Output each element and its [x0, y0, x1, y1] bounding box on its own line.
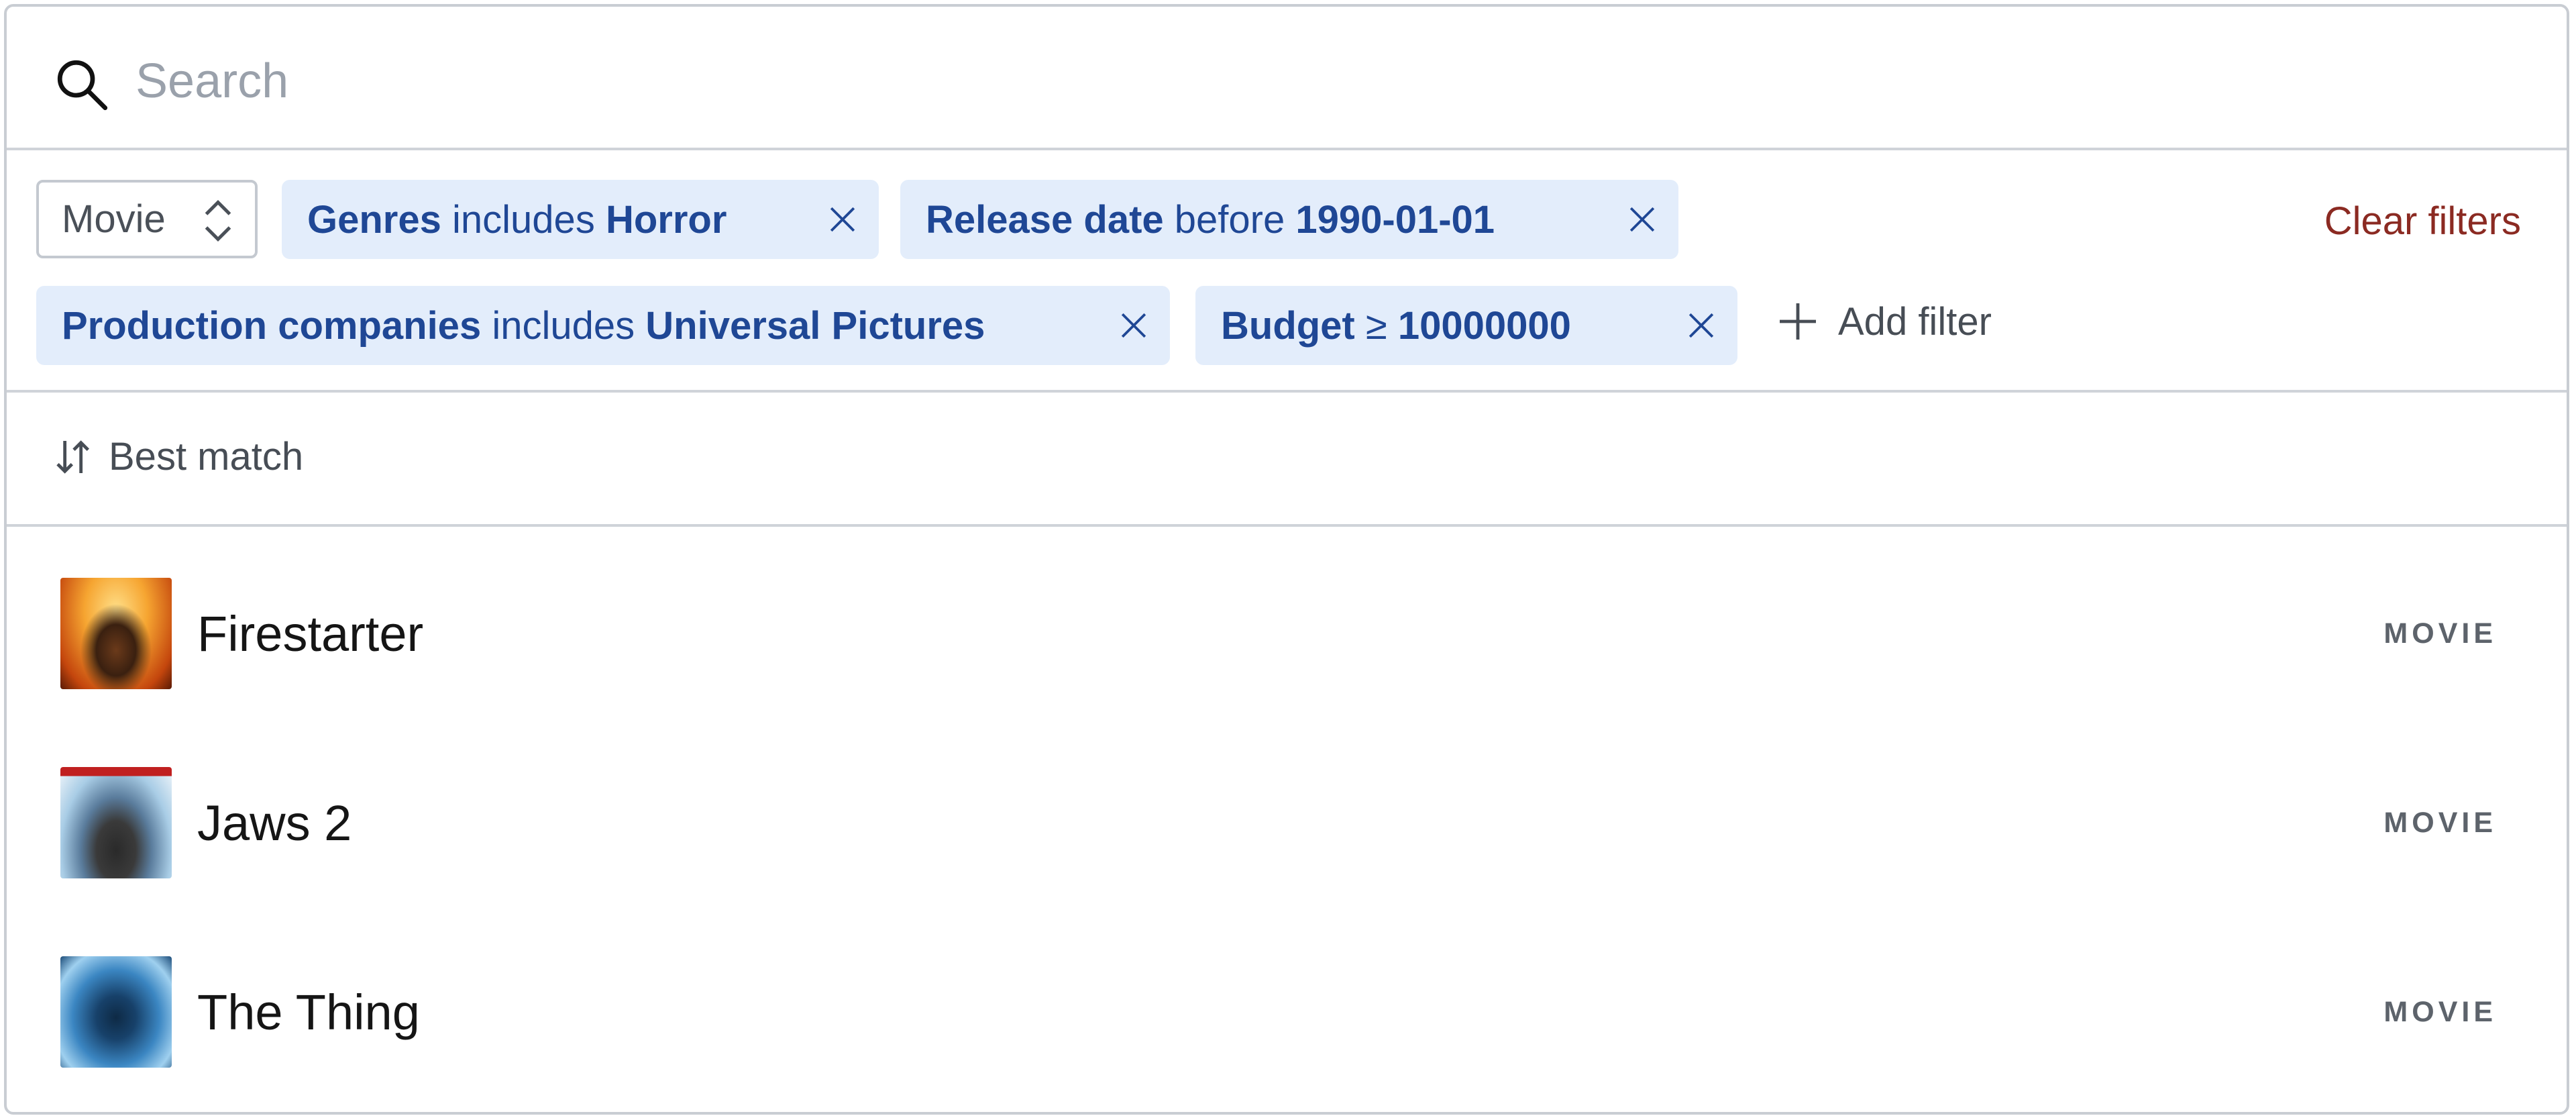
chip-field: Genres [307, 197, 441, 242]
filter-chip-production-companies[interactable]: Production companies includes Universal … [36, 286, 1170, 365]
chip-field: Production companies [62, 303, 482, 348]
type-select[interactable]: Movie [36, 180, 258, 258]
clear-filters-button[interactable]: Clear filters [2324, 199, 2521, 244]
chip-value: 10000000 [1397, 303, 1571, 348]
result-title: The Thing [197, 984, 420, 1040]
filter-chip-genres[interactable]: Genres includes Horror [282, 180, 879, 259]
sort-arrows-icon [56, 440, 90, 474]
result-title: Firestarter [197, 605, 424, 662]
close-icon[interactable] [1685, 309, 1717, 342]
result-type: MOVIE [2383, 995, 2497, 1028]
chip-operator: includes [452, 197, 595, 242]
filter-chip-release-date[interactable]: Release date before 1990-01-01 [900, 180, 1678, 259]
chip-field: Budget [1221, 303, 1355, 348]
sort-button[interactable]: Best match [52, 434, 303, 479]
search-bar [7, 7, 2567, 150]
sort-label: Best match [109, 435, 304, 478]
type-select-value: Movie [62, 197, 166, 241]
chip-operator: includes [492, 303, 635, 348]
result-item[interactable]: Jaws 2 MOVIE [7, 728, 2567, 917]
chevron-up-down-icon [205, 199, 231, 242]
close-icon[interactable] [826, 203, 859, 236]
add-filter-label: Add filter [1838, 299, 1992, 344]
chip-value: Universal Pictures [645, 303, 985, 348]
poster-thumbnail [60, 767, 172, 878]
chip-value: 1990-01-01 [1295, 197, 1495, 242]
filter-bar: Movie Genres includes Horror Release dat… [7, 150, 2567, 393]
plus-icon [1780, 303, 1816, 340]
search-input[interactable] [134, 47, 2418, 115]
poster-thumbnail [60, 956, 172, 1068]
add-filter-button[interactable]: Add filter [1778, 282, 1992, 361]
poster-thumbnail [60, 578, 172, 689]
search-panel: Movie Genres includes Horror Release dat… [4, 4, 2569, 1115]
result-item[interactable]: The Thing MOVIE [7, 917, 2567, 1107]
result-type: MOVIE [2383, 617, 2497, 650]
result-item[interactable]: Firestarter MOVIE [7, 539, 2567, 728]
chip-operator: before [1174, 197, 1285, 242]
chip-operator: ≥ [1365, 303, 1387, 348]
search-icon [57, 60, 108, 111]
filter-chip-budget[interactable]: Budget ≥ 10000000 [1195, 286, 1737, 365]
close-icon[interactable] [1626, 203, 1658, 236]
result-title: Jaws 2 [197, 795, 352, 851]
result-type: MOVIE [2383, 806, 2497, 839]
close-icon[interactable] [1118, 309, 1150, 342]
chip-value: Horror [605, 197, 727, 242]
sort-bar: Best match [7, 393, 2567, 527]
chip-field: Release date [926, 197, 1164, 242]
